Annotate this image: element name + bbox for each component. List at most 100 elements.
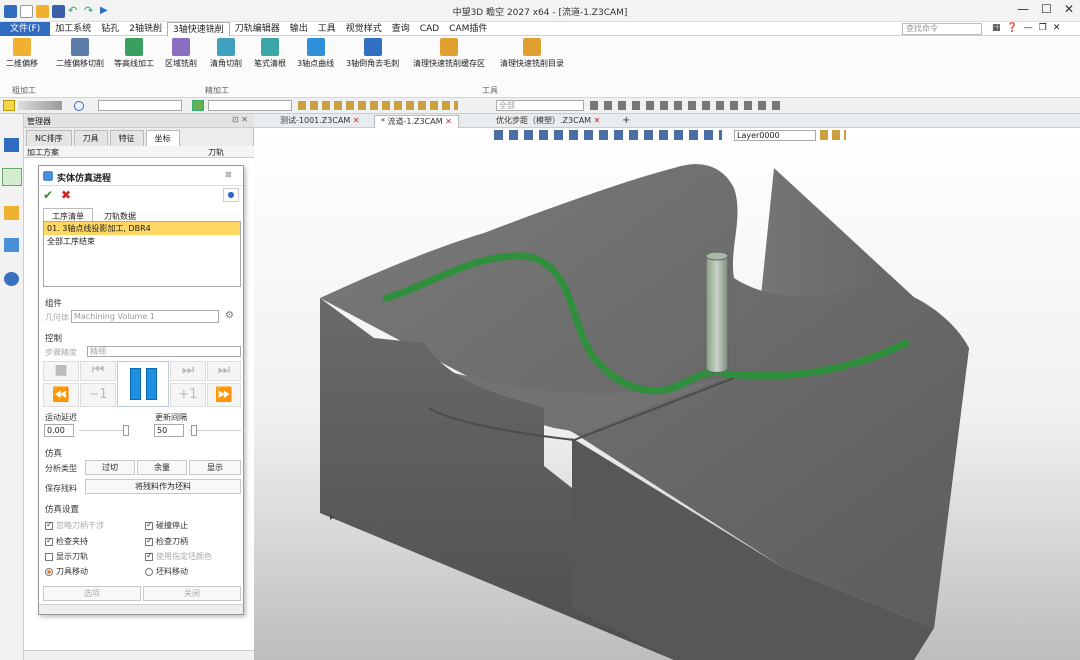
checkbox-1[interactable]: 碰撞停止: [145, 520, 188, 531]
interval-slider-thumb[interactable]: [191, 425, 197, 436]
pause-button[interactable]: [117, 361, 169, 407]
history-icon[interactable]: [4, 206, 19, 220]
dialog-scrollbar[interactable]: [39, 604, 243, 614]
ribbon-button-1[interactable]: 二维偏移切削: [56, 38, 104, 69]
dialog-close-icon[interactable]: ⊠: [225, 170, 232, 179]
radio-tool-move[interactable]: 刀具移动: [45, 566, 88, 577]
fast-rewind-button[interactable]: ⏪: [43, 383, 79, 407]
close-doc-icon[interactable]: ✕: [1053, 23, 1061, 33]
filter-combo-2[interactable]: [208, 100, 292, 111]
ribbon-button-9[interactable]: 清理快速铣削目录: [500, 38, 564, 69]
ribbon-button-3[interactable]: 区域铣削: [165, 38, 197, 69]
info-button[interactable]: ●: [223, 188, 239, 202]
command-search-input[interactable]: 查找命令: [902, 23, 982, 35]
manager-icon[interactable]: [4, 138, 19, 152]
ribbon-button-2[interactable]: 等高线加工: [114, 38, 154, 69]
save-as-blank-button[interactable]: 将残料作为坯料: [85, 479, 241, 494]
close-button[interactable]: 关闭: [143, 586, 241, 601]
minus-one-button[interactable]: −1: [80, 383, 116, 407]
stock-button[interactable]: 余量: [137, 460, 187, 475]
refresh-icon[interactable]: [192, 100, 204, 111]
menu-item-11[interactable]: CAM插件: [444, 22, 492, 36]
snap-icon[interactable]: [74, 101, 84, 111]
checkbox-2[interactable]: 检查夹持: [45, 536, 88, 547]
manager-tab-0[interactable]: NC排序: [26, 130, 72, 147]
operation-list[interactable]: 01. 3轴点线投影加工, DBR4 全部工序结束: [43, 221, 241, 287]
checkbox-box-4[interactable]: [45, 552, 53, 561]
overcut-button[interactable]: 过切: [85, 460, 135, 475]
fast-forward-button[interactable]: ⏩: [207, 383, 241, 407]
delay-slider-thumb[interactable]: [123, 425, 129, 436]
doc-tab-3[interactable]: 优化步距（模塑）.Z3CAM ✕: [490, 115, 606, 128]
filter-combo-1[interactable]: [98, 100, 182, 111]
minimize-doc-icon[interactable]: —: [1024, 23, 1033, 33]
list-item[interactable]: 全部工序结束: [44, 235, 240, 248]
view-icon[interactable]: [4, 238, 19, 252]
checkbox-box-3[interactable]: [145, 536, 153, 546]
step-select[interactable]: 精细: [87, 346, 241, 357]
checkbox-3[interactable]: 检查刀柄: [145, 536, 188, 547]
menu-item-3[interactable]: 2轴铣削: [124, 22, 167, 36]
display-button[interactable]: 显示: [189, 460, 241, 475]
radio-blank-move[interactable]: 坯料移动: [145, 566, 188, 577]
doc-tab-1-close-icon[interactable]: ✕: [353, 116, 360, 125]
cam-icon[interactable]: [2, 168, 22, 186]
toolbar-icon-group[interactable]: [298, 101, 458, 110]
interval-input[interactable]: 50: [154, 424, 184, 437]
ribbon-button-7[interactable]: 3轴倒角去毛刺: [346, 38, 399, 69]
manager-tab-1[interactable]: 刀具: [73, 130, 108, 147]
maximize-icon[interactable]: ☐: [1041, 2, 1052, 16]
stop-button[interactable]: ■: [43, 361, 79, 381]
menu-item-10[interactable]: CAD: [415, 22, 444, 36]
pick-filter-combo[interactable]: 全部: [496, 100, 584, 111]
end-button[interactable]: ⏭: [207, 361, 241, 381]
menu-item-7[interactable]: 工具: [313, 22, 341, 36]
menu-item-9[interactable]: 查询: [387, 22, 415, 36]
checkbox-0[interactable]: 忽略刀柄干涉: [45, 520, 104, 531]
plus-one-button[interactable]: +1: [170, 383, 206, 407]
doc-tab-2-close-icon[interactable]: ✕: [445, 117, 452, 126]
ribbon-button-0[interactable]: 二维偏移: [6, 38, 38, 69]
list-item[interactable]: 01. 3轴点线投影加工, DBR4: [44, 222, 240, 235]
ribbon-button-6[interactable]: 3轴点曲线: [297, 38, 334, 69]
checkbox-5[interactable]: 使用指定坯颜色: [145, 551, 212, 562]
checkbox-box-2[interactable]: [45, 536, 53, 546]
checkbox-box-1[interactable]: [145, 520, 153, 530]
ribbon-button-4[interactable]: 清角切削: [210, 38, 242, 69]
new-tab-icon[interactable]: +: [616, 115, 636, 128]
component-select[interactable]: Machining Volume 1: [71, 310, 219, 323]
step-forward-button[interactable]: ⏭: [170, 361, 206, 381]
menu-item-8[interactable]: 视觉样式: [341, 22, 387, 36]
help-icon[interactable]: ❓: [1007, 23, 1018, 33]
menu-item-5[interactable]: 刀轨编辑器: [230, 22, 285, 36]
manager-tab-3[interactable]: 坐标: [145, 130, 180, 147]
restore-doc-icon[interactable]: ❐: [1039, 23, 1047, 33]
panel-pin-icon[interactable]: ⊡ ✕: [232, 115, 248, 124]
menu-item-1[interactable]: 加工系统: [50, 22, 96, 36]
delay-input[interactable]: 0.00: [44, 424, 74, 437]
rewind-button[interactable]: ⏮: [80, 361, 116, 381]
menu-item-0[interactable]: 文件(F): [0, 22, 51, 36]
menu-item-4[interactable]: 3轴快速铣削: [166, 21, 230, 37]
menu-item-6[interactable]: 输出: [285, 22, 313, 36]
confirm-icon[interactable]: ✔: [43, 188, 57, 202]
doc-tab-1[interactable]: 测试-1001.Z3CAM ✕: [274, 115, 366, 128]
minimize-icon[interactable]: —: [1017, 2, 1029, 16]
checkbox-box-0[interactable]: [45, 520, 53, 530]
select-icon[interactable]: [3, 100, 15, 111]
3d-viewport[interactable]: Layer0000: [254, 128, 1080, 660]
manager-scrollbar[interactable]: [24, 650, 254, 660]
checkbox-4[interactable]: 显示刀轨: [45, 551, 88, 562]
doc-tab-2[interactable]: * 流道-1.Z3CAM ✕: [374, 115, 459, 128]
grid-icon[interactable]: ▦: [992, 23, 1001, 33]
ribbon-button-5[interactable]: 笔式清根: [254, 38, 286, 69]
user-icon[interactable]: [4, 272, 19, 286]
options-button[interactable]: 选项: [43, 586, 141, 601]
ribbon-button-8[interactable]: 清理快速铣削缓存区: [413, 38, 485, 69]
delay-slider[interactable]: [79, 430, 129, 431]
checkbox-box-5[interactable]: [145, 551, 153, 561]
snap-icons-group[interactable]: [590, 101, 780, 110]
pick-filter-icons[interactable]: [18, 101, 62, 110]
manager-tab-2[interactable]: 特征: [109, 130, 144, 147]
cancel-icon[interactable]: ✖: [61, 188, 75, 202]
